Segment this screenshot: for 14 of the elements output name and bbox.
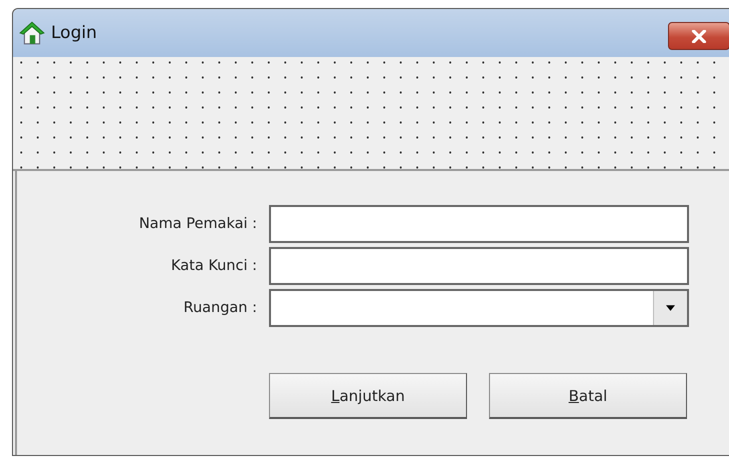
caret-icon [666,305,675,311]
dropdown-button[interactable] [653,291,687,325]
close-button[interactable] [668,22,729,50]
input-field[interactable] [269,247,689,285]
window-title: Login [51,23,97,43]
dropdown-field[interactable] [269,289,689,327]
field-label: Ruangan : [182,300,257,316]
house-icon [19,21,45,45]
close-icon [691,30,707,42]
input-field[interactable] [269,205,689,243]
dialog-button[interactable]: Batal [489,373,687,419]
field-label: Nama Pemakai : [138,216,257,232]
dialog-button[interactable]: Lanjutkan [269,373,467,419]
field-label: Kata Kunci : [170,258,257,274]
